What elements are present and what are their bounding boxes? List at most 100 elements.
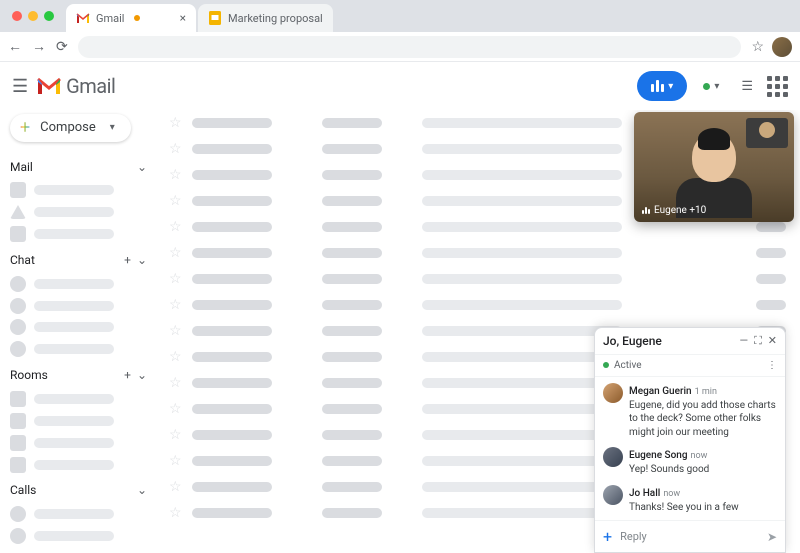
star-icon[interactable]: ☆ — [169, 505, 182, 521]
tab-label: Marketing proposal — [228, 12, 323, 25]
pip-caption: Eugene +10 — [654, 205, 706, 216]
forward-icon[interactable]: → — [32, 38, 46, 55]
gmail-logo[interactable]: Gmail — [36, 74, 115, 98]
sidebar-chat-item[interactable] — [10, 297, 147, 315]
attach-plus-icon[interactable]: + — [603, 527, 612, 546]
sidebar-room-item[interactable] — [10, 390, 147, 408]
tab-label: Gmail — [96, 12, 124, 25]
sidebar-chat-item[interactable] — [10, 340, 147, 358]
star-icon[interactable]: ☆ — [169, 375, 182, 391]
sidebar-section-calls[interactable]: Calls ⌄ — [10, 483, 147, 497]
message-time: 1 min — [695, 387, 717, 397]
chevron-down-icon: ▾ — [714, 81, 719, 92]
star-icon[interactable]: ☆ — [169, 245, 182, 261]
sidebar-call-item[interactable] — [10, 527, 147, 545]
pip-label: Eugene +10 — [642, 205, 706, 216]
star-icon[interactable]: ☆ — [169, 115, 182, 131]
inbox-row[interactable]: ☆ — [165, 240, 790, 266]
section-label: Rooms — [10, 368, 48, 382]
close-window-icon[interactable] — [12, 11, 22, 21]
sidebar: + Compose ▾ Mail ⌄ Chat + ⌄ Rooms + ⌄ Call… — [0, 110, 155, 553]
star-icon[interactable]: ☆ — [169, 479, 182, 495]
browser-toolbar: ← → ⟳ ☆ — [0, 32, 800, 62]
star-icon[interactable]: ☆ — [169, 401, 182, 417]
sidebar-mail-item[interactable] — [10, 182, 147, 200]
fullscreen-icon[interactable]: ⛶ — [754, 334, 762, 348]
message-time: now — [663, 489, 680, 499]
more-icon[interactable]: ⋮ — [767, 360, 777, 371]
star-icon[interactable]: ☆ — [169, 193, 182, 209]
message-text: Eugene, did you add those charts to the … — [629, 399, 777, 440]
bookmark-icon[interactable]: ☆ — [751, 39, 764, 55]
chevron-down-icon[interactable]: ⌄ — [137, 483, 147, 497]
address-bar[interactable] — [78, 36, 742, 58]
browser-tab-docs[interactable]: Marketing proposal — [198, 4, 333, 32]
close-icon[interactable]: ✕ — [768, 334, 777, 347]
video-call-pip[interactable]: Eugene +10 — [634, 112, 794, 222]
star-icon[interactable]: ☆ — [169, 427, 182, 443]
status-active-icon — [603, 362, 609, 368]
split-pane-icon[interactable]: ☰ — [741, 79, 753, 94]
chat-status-bar: Active ⋮ — [595, 355, 785, 377]
avatar[interactable] — [603, 485, 623, 505]
star-icon[interactable]: ☆ — [169, 297, 182, 313]
sidebar-section-chat[interactable]: Chat + ⌄ — [10, 253, 147, 267]
status-label: Active — [614, 360, 642, 371]
sidebar-chat-item[interactable] — [10, 275, 147, 293]
sidebar-room-item[interactable] — [10, 456, 147, 474]
plus-icon[interactable]: + — [124, 368, 131, 382]
message-sender: Eugene Song — [629, 450, 688, 461]
window-controls[interactable] — [12, 11, 54, 21]
back-icon[interactable]: ← — [8, 38, 22, 55]
inbox-content: ☆ ☆ ☆ ☆ ☆ ☆ ☆ ☆ ☆ ☆ ☆ ☆ ☆ ☆ ☆ ☆ Eugene +… — [155, 110, 800, 553]
chevron-down-icon[interactable]: ⌄ — [137, 160, 147, 174]
chevron-down-icon[interactable]: ⌄ — [137, 368, 147, 382]
send-icon[interactable]: ➤ — [767, 530, 777, 544]
main-menu-icon[interactable]: ☰ — [12, 76, 28, 97]
inbox-row[interactable]: ☆ — [165, 266, 790, 292]
section-label: Chat — [10, 253, 35, 267]
star-icon[interactable]: ☆ — [169, 349, 182, 365]
message-sender: Megan Guerin — [629, 386, 692, 397]
chat-message: Megan Guerin1 min Eugene, did you add th… — [603, 383, 777, 440]
sidebar-room-item[interactable] — [10, 412, 147, 430]
sidebar-room-item[interactable] — [10, 434, 147, 452]
profile-avatar[interactable] — [772, 37, 792, 57]
reload-icon[interactable]: ⟳ — [56, 39, 68, 55]
star-icon[interactable]: ☆ — [169, 141, 182, 157]
maximize-window-icon[interactable] — [44, 11, 54, 21]
pip-self-view[interactable] — [746, 118, 788, 148]
close-tab-icon[interactable]: × — [180, 11, 186, 25]
message-text: Thanks! See you in a few — [629, 501, 777, 515]
minimize-icon[interactable]: — — [739, 334, 748, 347]
sidebar-mail-item[interactable] — [10, 225, 147, 243]
star-icon[interactable]: ☆ — [169, 323, 182, 339]
meet-join-button[interactable]: ▾ — [637, 71, 687, 101]
avatar[interactable] — [603, 447, 623, 467]
gmail-header: ☰ Gmail ▾ ▾ ☰ — [0, 62, 800, 110]
star-icon[interactable]: ☆ — [169, 453, 182, 469]
audio-bars-icon — [642, 207, 650, 214]
message-sender: Jo Hall — [629, 488, 660, 499]
chat-header[interactable]: Jo, Eugene — ⛶ ✕ — [595, 328, 785, 355]
browser-tab-gmail[interactable]: Gmail × — [66, 4, 196, 32]
chevron-down-icon: ▾ — [110, 122, 115, 133]
minimize-window-icon[interactable] — [28, 11, 38, 21]
sidebar-chat-item[interactable] — [10, 319, 147, 337]
chevron-down-icon: ▾ — [668, 81, 673, 92]
star-icon[interactable]: ☆ — [169, 167, 182, 183]
star-icon[interactable]: ☆ — [169, 219, 182, 235]
chevron-down-icon[interactable]: ⌄ — [137, 253, 147, 267]
sidebar-mail-item[interactable] — [10, 203, 147, 221]
plus-icon[interactable]: + — [124, 253, 131, 267]
star-icon[interactable]: ☆ — [169, 271, 182, 287]
reply-input[interactable]: Reply — [620, 530, 759, 543]
compose-button[interactable]: + Compose ▾ — [10, 114, 131, 142]
sidebar-section-mail[interactable]: Mail ⌄ — [10, 160, 147, 174]
sidebar-call-item[interactable] — [10, 505, 147, 523]
apps-launcher-icon[interactable] — [767, 76, 788, 97]
sidebar-section-rooms[interactable]: Rooms + ⌄ — [10, 368, 147, 382]
avatar[interactable] — [603, 383, 623, 403]
inbox-row[interactable]: ☆ — [165, 292, 790, 318]
status-selector[interactable]: ▾ — [703, 81, 719, 92]
